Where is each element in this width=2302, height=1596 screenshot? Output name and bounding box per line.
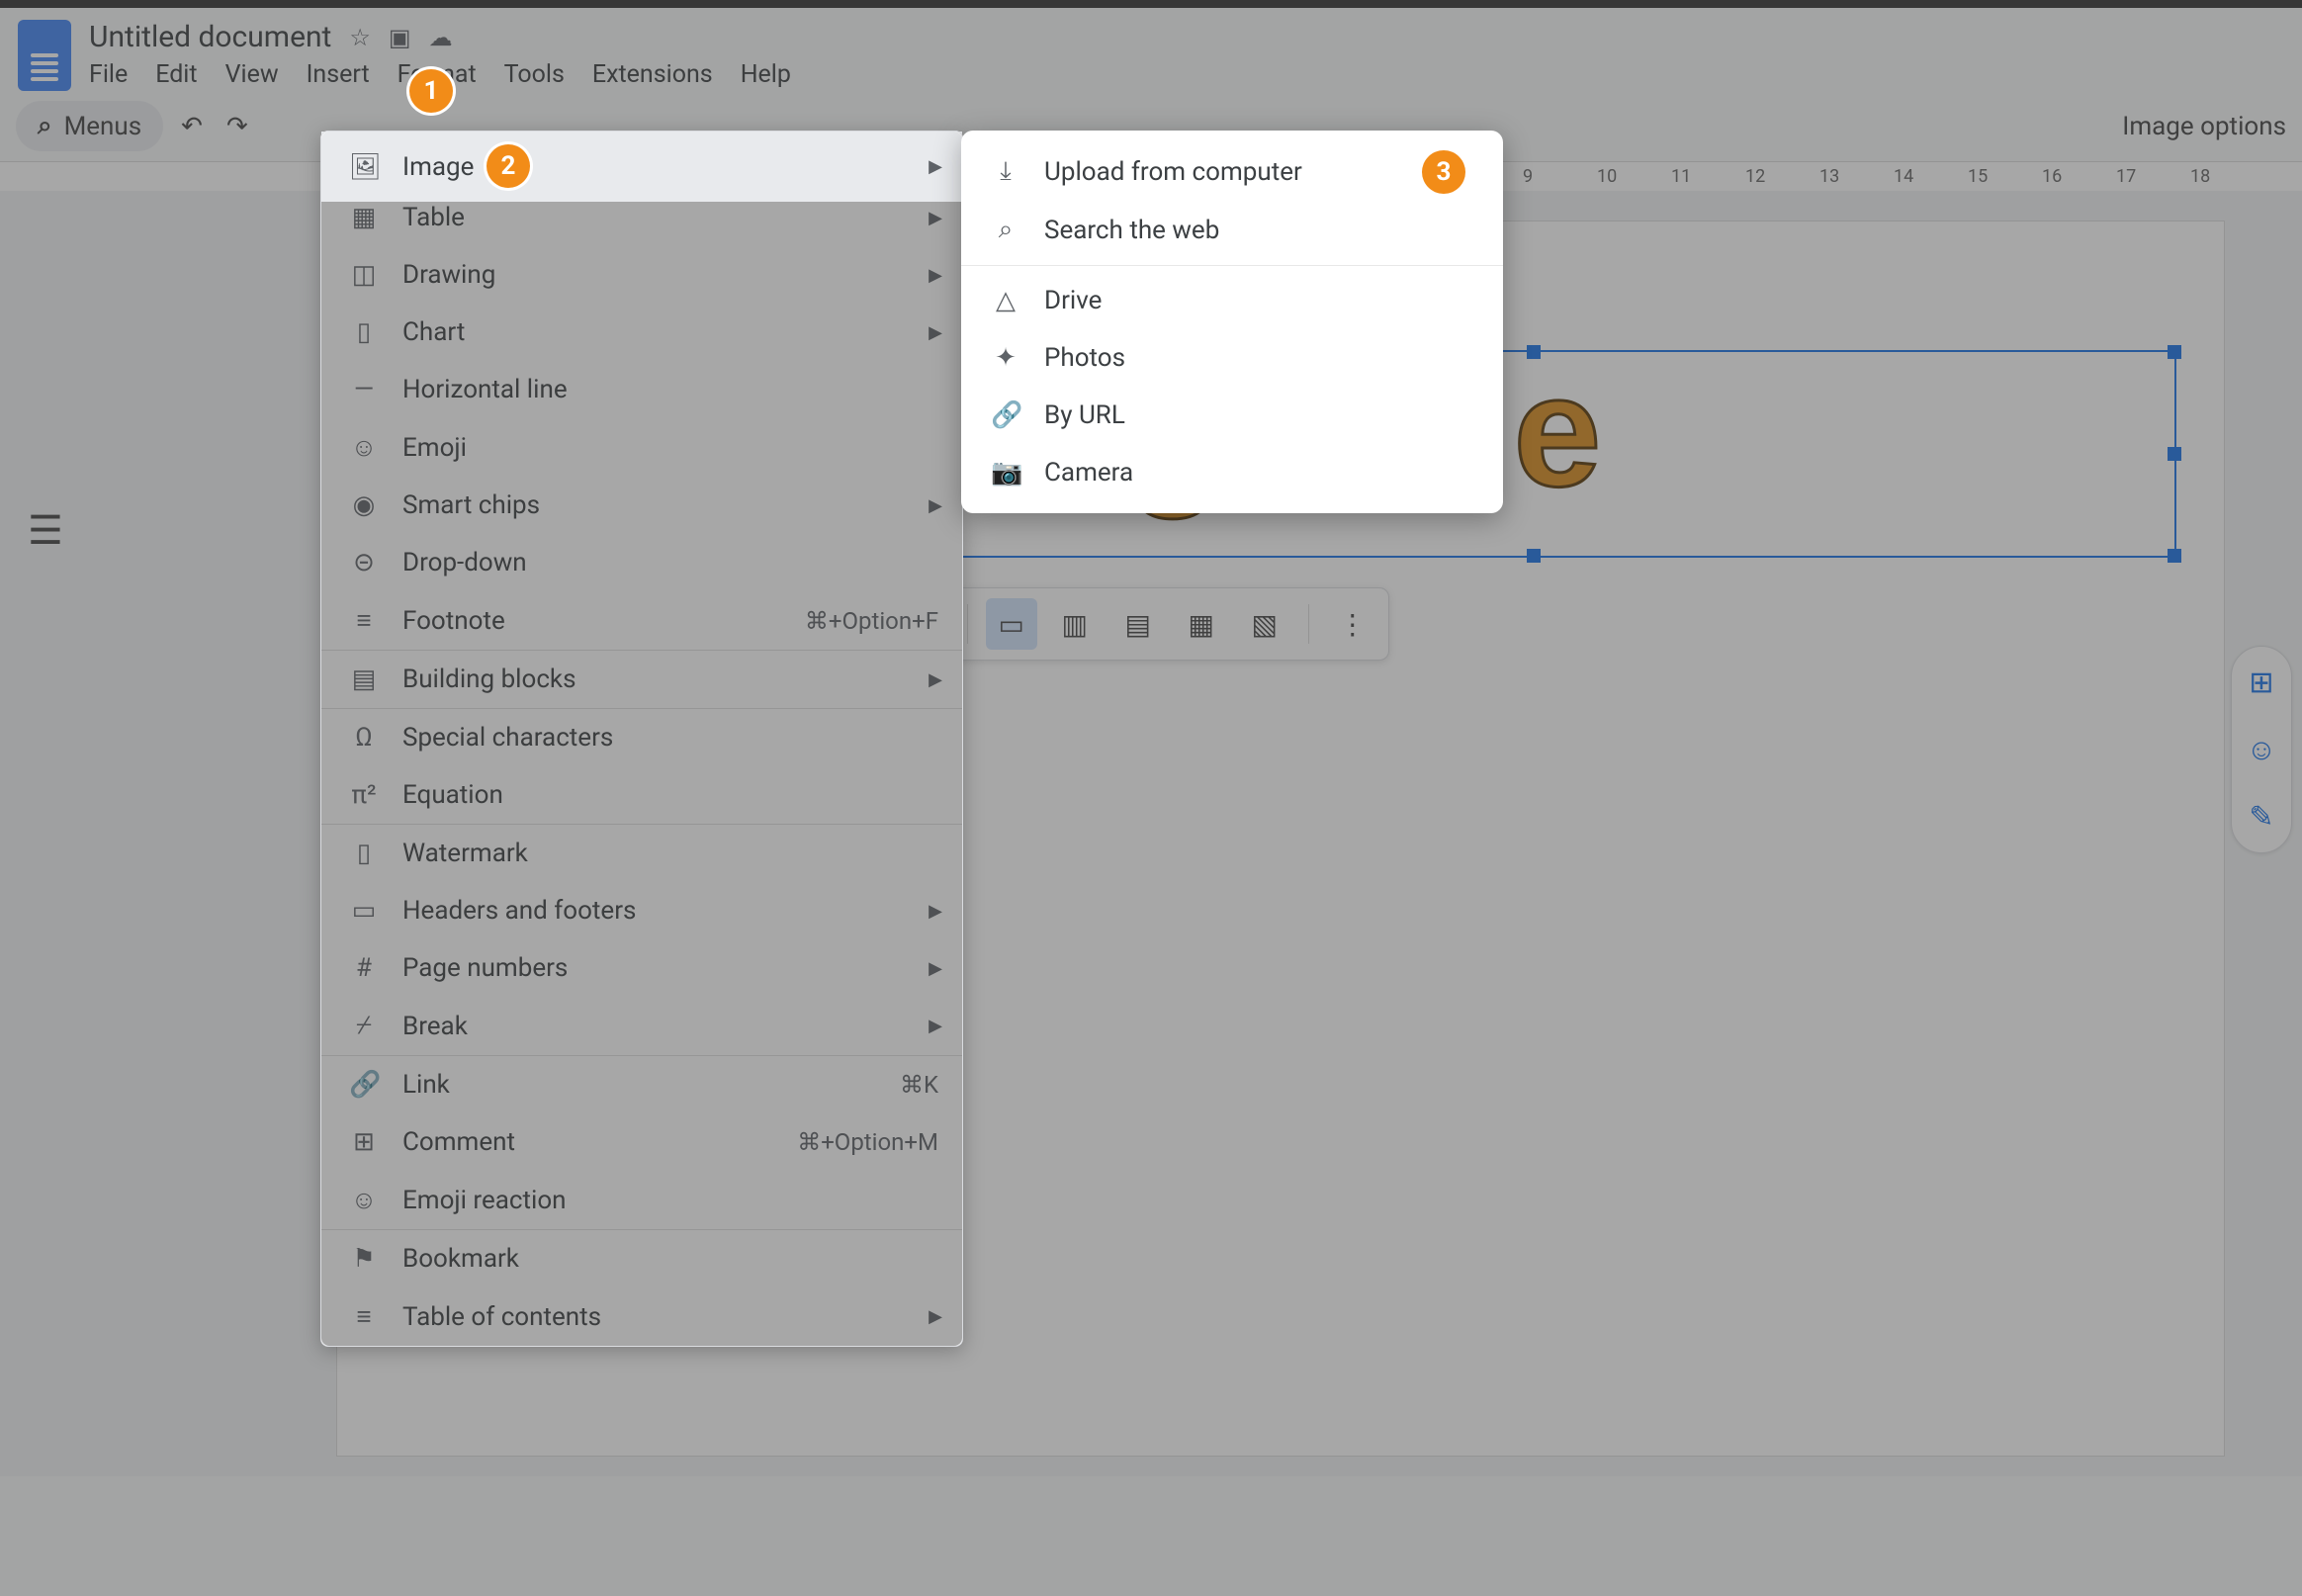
menu-tools[interactable]: Tools bbox=[504, 60, 565, 89]
insert-bookmark-item[interactable]: ⚑Bookmark bbox=[321, 1230, 962, 1287]
move-to-folder-icon[interactable]: ▣ bbox=[389, 24, 411, 51]
table-icon: ▦ bbox=[349, 203, 379, 232]
menu-insert[interactable]: Insert bbox=[307, 60, 370, 89]
insert-emoji-item[interactable]: ☺Emoji bbox=[321, 418, 962, 477]
side-panel: ⊞ ☺ ✎ bbox=[2231, 646, 2292, 853]
hash-icon: # bbox=[349, 953, 379, 983]
wrap-front-icon[interactable]: ▧ bbox=[1239, 598, 1290, 650]
insert-footnote-item[interactable]: ≡Footnote⌘+Option+F bbox=[321, 591, 962, 650]
chart-icon: ▯ bbox=[349, 317, 379, 347]
drive-icon: △ bbox=[991, 286, 1020, 315]
photos-item[interactable]: ✦Photos bbox=[961, 329, 1503, 387]
insert-building-blocks-item[interactable]: ▤Building blocks▶ bbox=[321, 651, 962, 708]
watermark-icon: ▯ bbox=[349, 839, 379, 868]
dropdown-icon: ⊝ bbox=[349, 548, 379, 577]
menu-help[interactable]: Help bbox=[741, 60, 791, 89]
drawing-icon: ◫ bbox=[349, 260, 379, 290]
menu-view[interactable]: View bbox=[225, 60, 279, 89]
search-icon: ⌕ bbox=[991, 215, 1020, 245]
search-menus-label: Menus bbox=[64, 112, 142, 141]
smart-chips-icon: ◉ bbox=[349, 490, 379, 520]
by-url-item[interactable]: 🔗By URL bbox=[961, 387, 1503, 444]
image-options-button[interactable]: Image options bbox=[2122, 112, 2286, 141]
menu-file[interactable]: File bbox=[89, 60, 128, 89]
insert-page-numbers-item[interactable]: #Page numbers▶ bbox=[321, 939, 962, 997]
insert-drawing-item[interactable]: ◫Drawing▶ bbox=[321, 246, 962, 304]
pi-icon: π² bbox=[349, 780, 379, 810]
emoji-icon: ☺ bbox=[349, 432, 379, 463]
tutorial-badge-1: 1 bbox=[409, 69, 453, 113]
link-icon: 🔗 bbox=[991, 400, 1020, 430]
suggest-edits-icon[interactable]: ✎ bbox=[2242, 797, 2281, 837]
wrap-break-icon[interactable]: ▤ bbox=[1112, 598, 1164, 650]
link-shortcut: ⌘K bbox=[900, 1071, 938, 1099]
wrap-inline-icon[interactable]: ▭ bbox=[986, 598, 1037, 650]
insert-chart-item[interactable]: ▯Chart▶ bbox=[321, 304, 962, 361]
omega-icon: Ω bbox=[349, 723, 379, 753]
insert-comment-item[interactable]: ⊞Comment⌘+Option+M bbox=[321, 1113, 962, 1171]
camera-item[interactable]: 📷Camera bbox=[961, 444, 1503, 501]
insert-smart-chips-item[interactable]: ◉Smart chips▶ bbox=[321, 477, 962, 534]
insert-equation-item[interactable]: π²Equation bbox=[321, 766, 962, 824]
bookmark-icon: ⚑ bbox=[349, 1244, 379, 1274]
insert-break-item[interactable]: ⌿Break▶ bbox=[321, 997, 962, 1055]
submenu-arrow-icon: ▶ bbox=[929, 156, 942, 177]
undo-icon[interactable]: ↶ bbox=[175, 106, 209, 147]
horizontal-line-icon: — bbox=[349, 375, 379, 404]
search-menus-button[interactable]: ⌕ Menus bbox=[16, 101, 163, 151]
insert-dropdown-item[interactable]: ⊝Drop-down bbox=[321, 534, 962, 591]
star-icon[interactable]: ☆ bbox=[349, 24, 371, 51]
docs-logo-icon[interactable] bbox=[18, 20, 71, 91]
image-floating-toolbar: dit ▭ ▥ ▤ ▦ ▧ ⋮ bbox=[891, 587, 1389, 661]
tutorial-badge-3: 3 bbox=[1422, 150, 1465, 194]
document-outline-icon[interactable]: ☰ bbox=[28, 507, 63, 554]
redo-icon[interactable]: ↷ bbox=[221, 106, 254, 147]
insert-horizontal-line-item[interactable]: —Horizontal line bbox=[321, 361, 962, 418]
document-title[interactable]: Untitled document bbox=[89, 20, 331, 54]
insert-watermark-item[interactable]: ▯Watermark bbox=[321, 825, 962, 882]
cloud-status-icon[interactable]: ☁ bbox=[429, 24, 453, 51]
comment-icon: ⊞ bbox=[349, 1127, 379, 1157]
search-icon: ⌕ bbox=[38, 111, 52, 141]
photos-icon: ✦ bbox=[991, 343, 1020, 373]
insert-table-of-contents-item[interactable]: ≡Table of contents▶ bbox=[321, 1287, 962, 1346]
emoji-reaction-icon[interactable]: ☺ bbox=[2242, 730, 2281, 769]
search-the-web-item[interactable]: ⌕Search the web bbox=[961, 201, 1503, 259]
footnote-icon: ≡ bbox=[349, 605, 379, 636]
more-options-icon[interactable]: ⋮ bbox=[1327, 598, 1378, 650]
insert-emoji-reaction-item[interactable]: ☺Emoji reaction bbox=[321, 1171, 962, 1229]
insert-menu-dropdown: 🖼Image▶ ▦Table▶ ◫Drawing▶ ▯Chart▶ —Horiz… bbox=[320, 131, 963, 1347]
insert-image-item-active[interactable]: 🖼 Image ▶ bbox=[321, 132, 962, 202]
add-comment-icon[interactable]: ⊞ bbox=[2242, 663, 2281, 702]
break-icon: ⌿ bbox=[349, 1011, 379, 1041]
emoji-reaction-icon: ☺ bbox=[349, 1185, 379, 1215]
menu-edit[interactable]: Edit bbox=[155, 60, 197, 89]
insert-special-characters-item[interactable]: ΩSpecial characters bbox=[321, 709, 962, 766]
wrap-text-icon[interactable]: ▥ bbox=[1049, 598, 1101, 650]
headers-icon: ▭ bbox=[349, 896, 379, 926]
menu-extensions[interactable]: Extensions bbox=[592, 60, 713, 89]
upload-icon: ⤓ bbox=[991, 156, 1020, 187]
image-submenu: ⤓Upload from computer ⌕Search the web △D… bbox=[961, 131, 1503, 513]
comment-shortcut: ⌘+Option+M bbox=[797, 1128, 938, 1156]
toc-icon: ≡ bbox=[349, 1301, 379, 1332]
link-icon: 🔗 bbox=[349, 1070, 379, 1100]
image-icon: 🖼 bbox=[349, 152, 379, 182]
building-blocks-icon: ▤ bbox=[349, 665, 379, 694]
insert-link-item[interactable]: 🔗Link⌘K bbox=[321, 1056, 962, 1113]
footnote-shortcut: ⌘+Option+F bbox=[805, 607, 938, 635]
camera-icon: 📷 bbox=[991, 458, 1020, 488]
insert-headers-footers-item[interactable]: ▭Headers and footers▶ bbox=[321, 882, 962, 939]
drive-item[interactable]: △Drive bbox=[961, 272, 1503, 329]
tutorial-badge-2: 2 bbox=[487, 144, 530, 188]
wrap-behind-icon[interactable]: ▦ bbox=[1176, 598, 1227, 650]
